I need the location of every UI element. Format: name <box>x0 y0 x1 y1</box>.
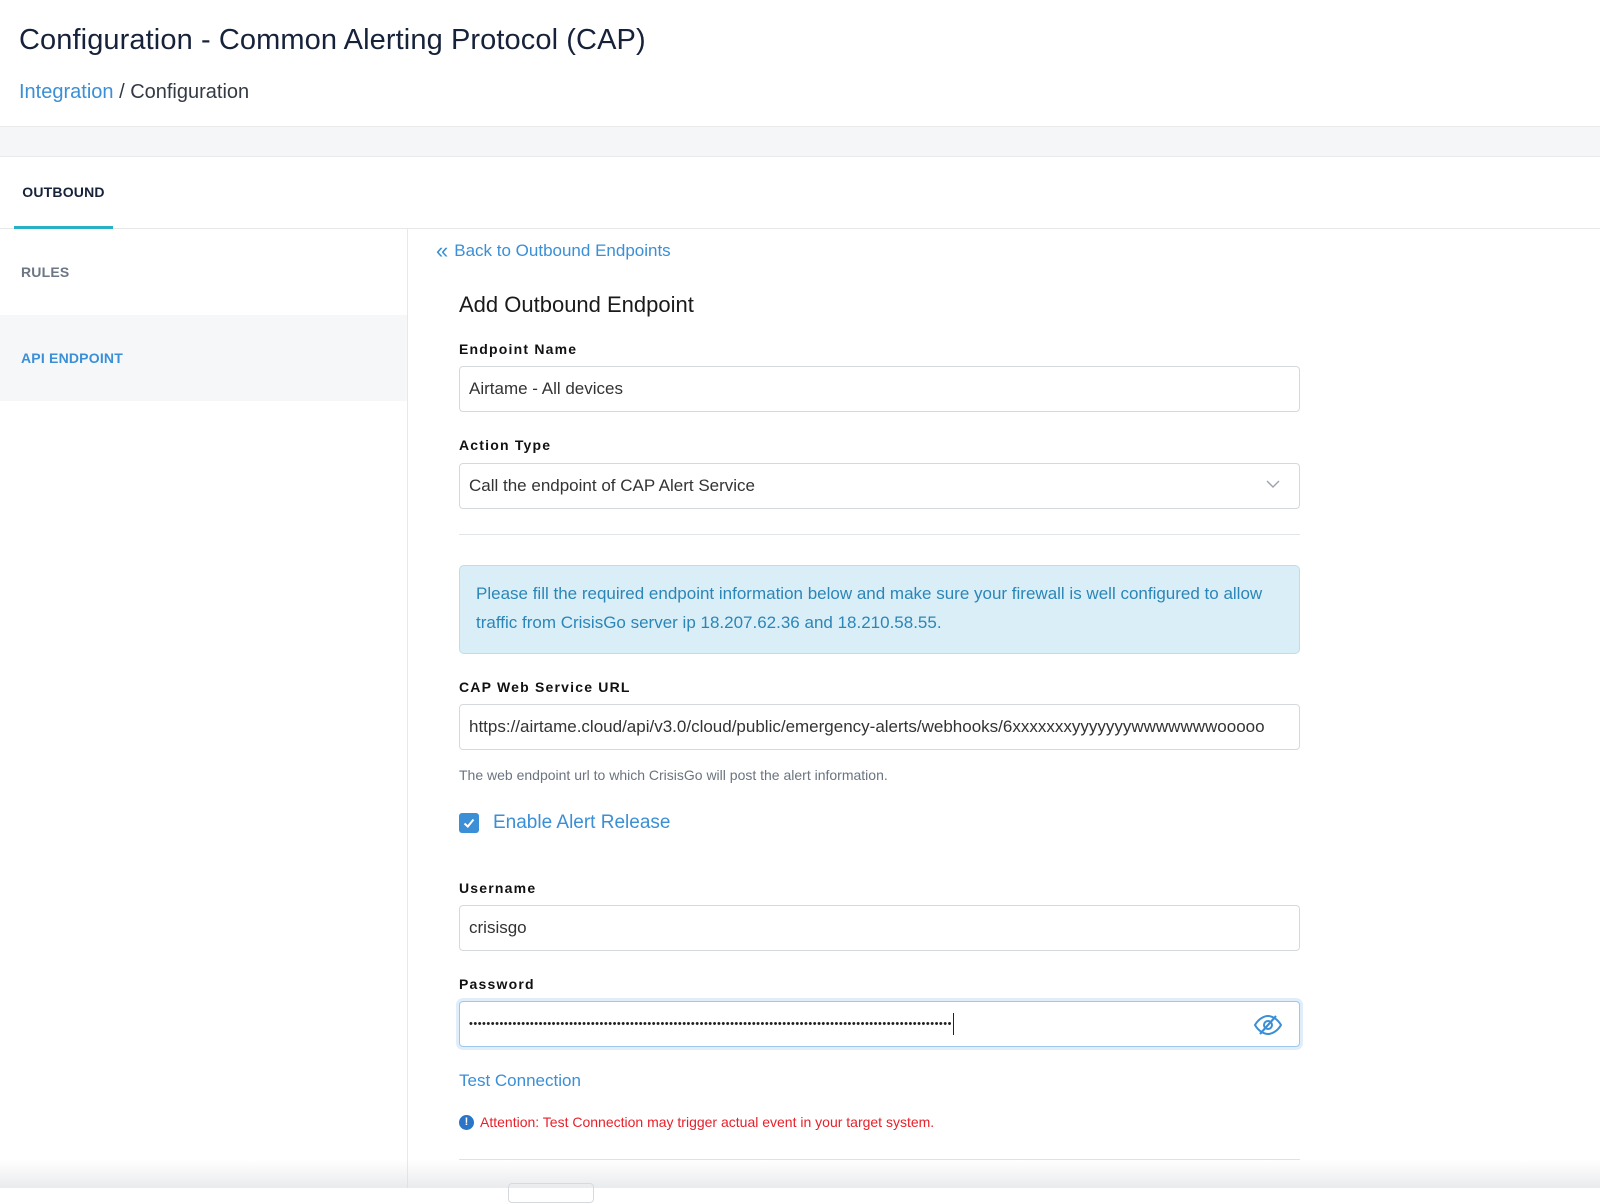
password-value: ••••••••••••••••••••••••••••••••••••••••… <box>469 1018 952 1030</box>
tab-outbound[interactable]: OUTBOUND <box>14 157 113 229</box>
cap-url-value: https://airtame.cloud/api/v3.0/cloud/pub… <box>469 717 1265 736</box>
sidebar-item-label: RULES <box>21 264 70 280</box>
checkmark-icon <box>463 818 475 828</box>
cap-url-input[interactable]: https://airtame.cloud/api/v3.0/cloud/pub… <box>459 704 1300 750</box>
back-to-outbound-endpoints-link[interactable]: « Back to Outbound Endpoints <box>436 240 671 262</box>
sidebar-item-api-endpoint[interactable]: API ENDPOINT <box>0 315 407 401</box>
endpoint-name-input[interactable]: Airtame - All devices <box>459 366 1300 412</box>
form-divider <box>459 534 1300 535</box>
username-label: Username <box>459 880 537 896</box>
password-input[interactable]: ••••••••••••••••••••••••••••••••••••••••… <box>459 1001 1300 1047</box>
sidebar-item-label: API ENDPOINT <box>21 350 123 366</box>
breadcrumb-integration-link[interactable]: Integration <box>19 81 114 103</box>
enable-alert-release-checkbox[interactable]: Enable Alert Release <box>459 812 670 834</box>
action-type-value: Call the endpoint of CAP Alert Service <box>469 476 756 495</box>
chevron-down-icon <box>1266 480 1280 488</box>
username-value: crisisgo <box>469 918 527 937</box>
sidebar-item-rules[interactable]: RULES <box>0 229 407 315</box>
breadcrumb: Integration / Configuration <box>19 81 249 104</box>
form-action-button[interactable] <box>508 1183 594 1203</box>
test-connection-link[interactable]: Test Connection <box>459 1071 581 1091</box>
back-link-label: Back to Outbound Endpoints <box>454 241 671 260</box>
endpoint-name-value: Airtame - All devices <box>469 379 623 398</box>
sidebar: RULES API ENDPOINT <box>0 229 408 1188</box>
attention-text: Attention: Test Connection may trigger a… <box>480 1114 935 1130</box>
cap-url-label: CAP Web Service URL <box>459 679 631 695</box>
firewall-info-alert: Please fill the required endpoint inform… <box>459 565 1300 654</box>
text-caret <box>952 1013 954 1035</box>
info-circle-icon: ! <box>459 1114 474 1130</box>
double-chevron-left-icon: « <box>436 238 449 263</box>
form-bottom-divider <box>459 1159 1300 1160</box>
password-label: Password <box>459 976 535 992</box>
enable-alert-release-label: Enable Alert Release <box>493 812 671 833</box>
action-type-select[interactable]: Call the endpoint of CAP Alert Service <box>459 463 1300 509</box>
username-input[interactable]: crisisgo <box>459 905 1300 951</box>
header-divider-band <box>0 126 1600 157</box>
eye-slash-icon[interactable] <box>1253 1014 1283 1036</box>
page-header: Configuration - Common Alerting Protocol… <box>0 0 1600 126</box>
endpoint-name-label: Endpoint Name <box>459 341 578 357</box>
form-title: Add Outbound Endpoint <box>459 292 694 317</box>
breadcrumb-current: Configuration <box>130 81 250 103</box>
tab-bar: OUTBOUND <box>0 157 1600 229</box>
action-type-label: Action Type <box>459 437 552 453</box>
cap-url-help-text: The web endpoint url to which CrisisGo w… <box>459 767 888 783</box>
breadcrumb-separator: / <box>113 81 131 103</box>
page-title: Configuration - Common Alerting Protocol… <box>19 24 646 56</box>
checkbox-box[interactable] <box>459 813 479 833</box>
attention-message: ! Attention: Test Connection may trigger… <box>459 1114 934 1130</box>
